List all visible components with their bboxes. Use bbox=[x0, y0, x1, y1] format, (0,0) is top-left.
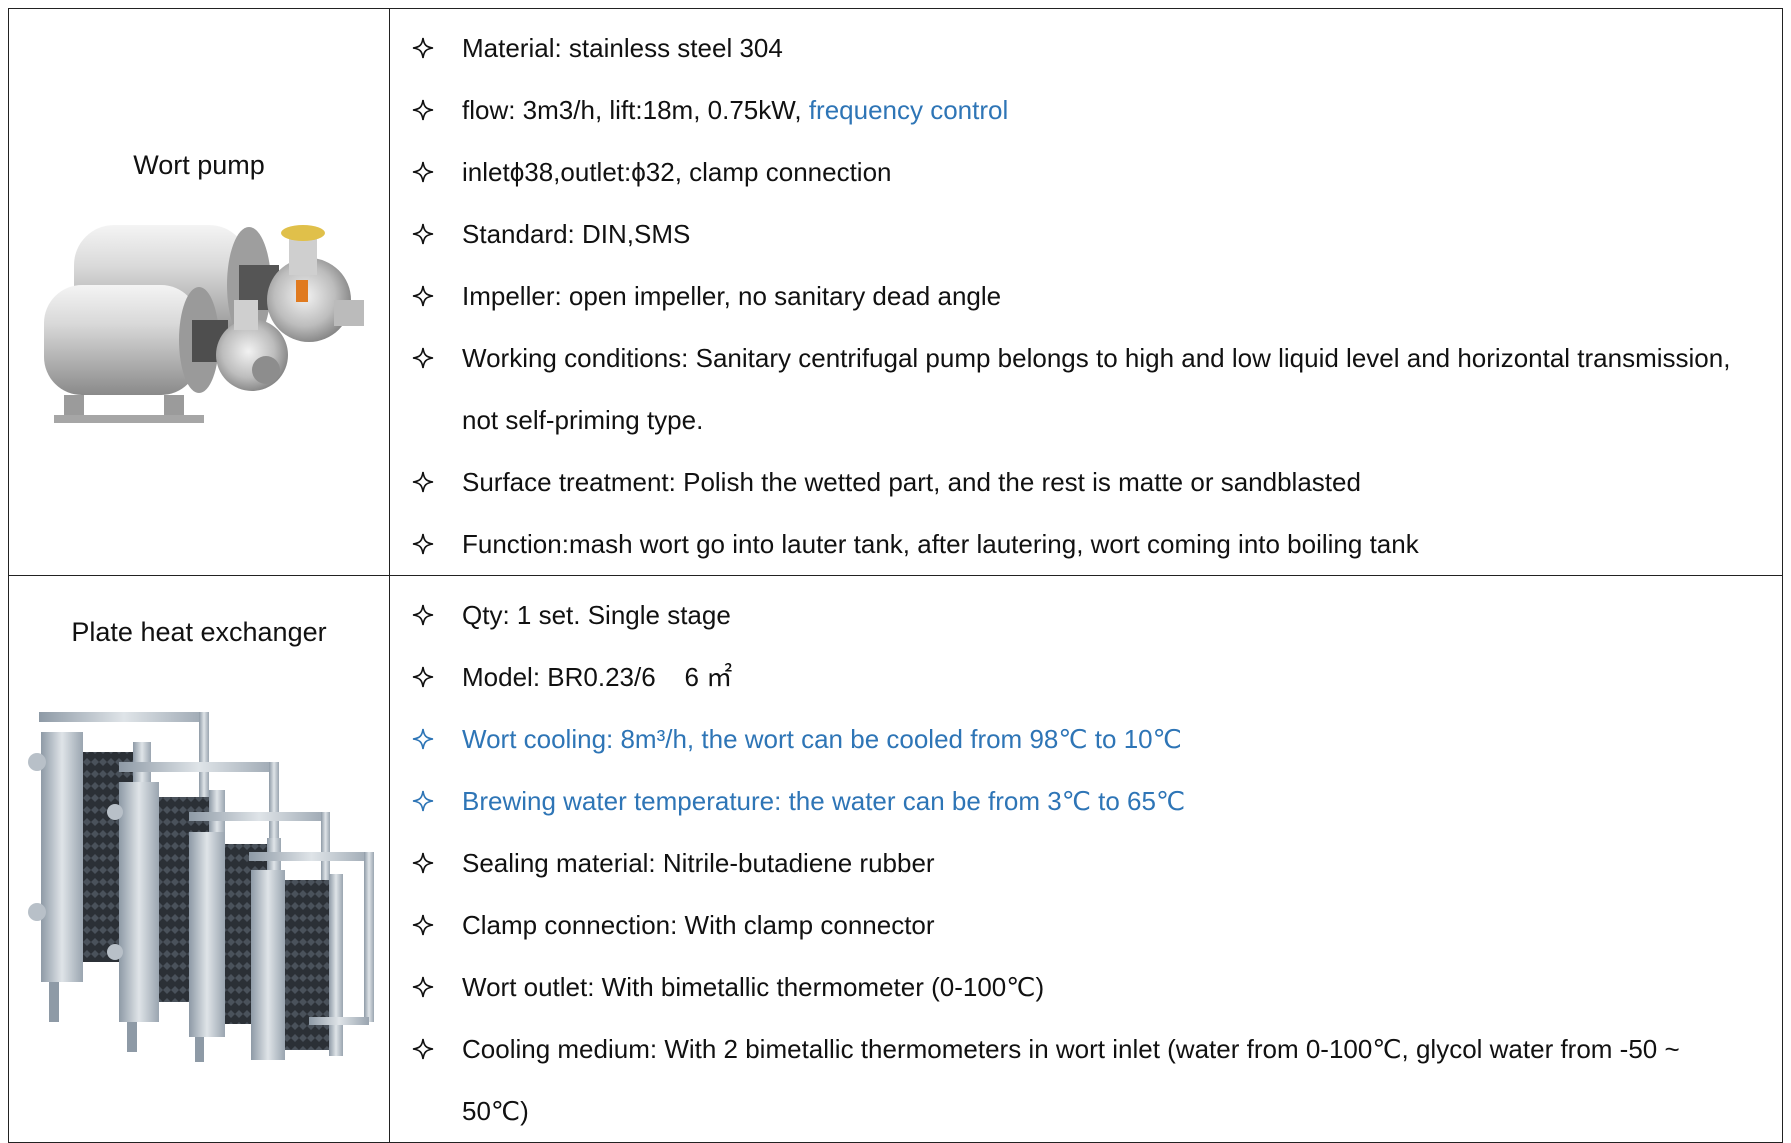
four-point-star-outline-icon bbox=[408, 584, 438, 646]
list-item: inletϕ38,outlet:ϕ32, clamp connection bbox=[390, 141, 1782, 203]
four-point-star-outline-icon bbox=[408, 79, 438, 141]
product-name: Wort pump bbox=[133, 150, 265, 180]
four-point-star-outline-icon bbox=[408, 894, 438, 956]
four-point-star-outline-icon bbox=[408, 265, 438, 327]
list-item: Working conditions: Sanitary centrifugal… bbox=[390, 327, 1782, 451]
four-point-star-outline-icon bbox=[408, 17, 438, 79]
list-item: Qty: 1 set. Single stage bbox=[390, 584, 1782, 646]
product-cell: Plate heat exchanger bbox=[8, 575, 390, 1143]
four-point-star-outline-icon bbox=[408, 956, 438, 1018]
list-item: Material: stainless steel 304 bbox=[390, 17, 1782, 79]
four-point-star-outline-icon bbox=[408, 451, 438, 513]
list-item: Function:mash wort go into lauter tank, … bbox=[390, 513, 1782, 575]
spec-list-cell: Material: stainless steel 304 flow: 3m3/… bbox=[389, 8, 1783, 576]
four-point-star-outline-icon bbox=[408, 832, 438, 894]
list-item: Standard: DIN,SMS bbox=[390, 203, 1782, 265]
equipment-spec-table: Wort pump Material: stainless steel 304 … bbox=[8, 8, 1783, 1143]
plate-heat-exchanger-image bbox=[28, 712, 374, 1062]
four-point-star-outline-icon bbox=[408, 513, 438, 575]
table-row: Wort pump Material: stainless steel 304 … bbox=[8, 8, 1783, 576]
four-point-star-outline-icon bbox=[408, 203, 438, 265]
list-item: Cooling medium: With 2 bimetallic thermo… bbox=[390, 1018, 1782, 1142]
list-item: Clamp connection: With clamp connector bbox=[390, 894, 1782, 956]
list-item: Sealing material: Nitrile-butadiene rubb… bbox=[390, 832, 1782, 894]
four-point-star-outline-icon bbox=[408, 708, 438, 770]
frequency-control-text: frequency control bbox=[808, 95, 1009, 125]
list-item: Brewing water temperature: the water can… bbox=[390, 770, 1782, 832]
list-item: Surface treatment: Polish the wetted par… bbox=[390, 451, 1782, 513]
four-point-star-outline-icon bbox=[408, 1018, 438, 1080]
spec-list: Material: stainless steel 304 flow: 3m3/… bbox=[390, 9, 1782, 575]
spec-list-cell: Qty: 1 set. Single stage Model: BR0.23/6… bbox=[389, 575, 1783, 1143]
spec-list: Qty: 1 set. Single stage Model: BR0.23/6… bbox=[390, 576, 1782, 1142]
list-item: flow: 3m3/h, lift:18m, 0.75kW, frequency… bbox=[390, 79, 1782, 141]
list-item: Wort outlet: With bimetallic thermometer… bbox=[390, 956, 1782, 1018]
product-cell: Wort pump bbox=[8, 8, 390, 576]
four-point-star-outline-icon bbox=[408, 327, 438, 389]
four-point-star-outline-icon bbox=[408, 770, 438, 832]
table-row: Plate heat exchanger Qty: 1 set. Single … bbox=[8, 575, 1783, 1143]
product-name: Plate heat exchanger bbox=[71, 617, 327, 647]
four-point-star-outline-icon bbox=[408, 141, 438, 203]
list-item: Impeller: open impeller, no sanitary dea… bbox=[390, 265, 1782, 327]
centrifugal-pump-image bbox=[44, 225, 364, 423]
four-point-star-outline-icon bbox=[408, 646, 438, 708]
list-item: Model: BR0.23/6 6 ㎡ bbox=[390, 646, 1782, 708]
list-item: Wort cooling: 8m³/h, the wort can be coo… bbox=[390, 708, 1782, 770]
